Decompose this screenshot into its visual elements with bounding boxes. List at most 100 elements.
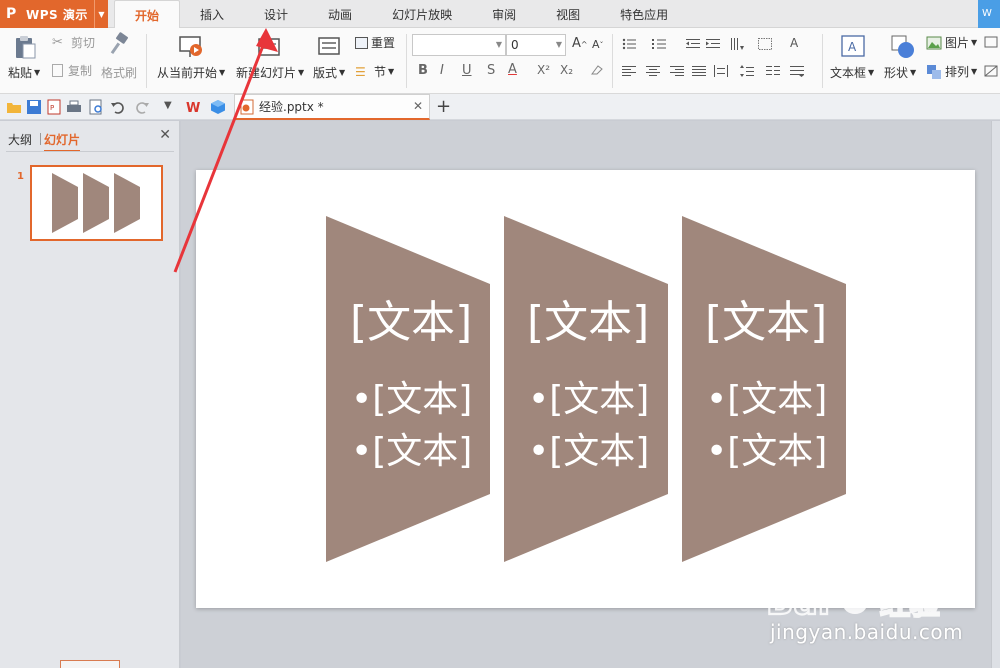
arrange-button[interactable]: 排列 ▼ xyxy=(926,63,977,80)
export-pdf-icon[interactable]: P xyxy=(46,99,62,115)
panel-bottom-tab[interactable] xyxy=(60,660,120,668)
italic-button[interactable]: I xyxy=(440,63,444,78)
new-slide-label: 新建幻灯片 xyxy=(236,66,297,80)
shape-3-bullet[interactable]: •[文本] xyxy=(706,370,827,422)
format-painter-button[interactable]: 格式刷 xyxy=(101,64,137,81)
redo-icon[interactable] xyxy=(134,99,150,115)
text-box-icon[interactable]: A xyxy=(840,34,866,60)
from-current-button[interactable]: 从当前开始 ▼ xyxy=(157,64,225,81)
corner-badge[interactable]: W xyxy=(978,0,1000,28)
tab-animation[interactable]: 动画 xyxy=(308,0,372,28)
tab-design[interactable]: 设计 xyxy=(244,0,308,28)
align-left-icon[interactable] xyxy=(622,65,636,77)
tab-outline[interactable]: 大纲 xyxy=(8,131,32,152)
font-color-button[interactable]: A xyxy=(508,62,517,77)
bold-button[interactable]: B xyxy=(418,63,428,78)
justify-icon[interactable] xyxy=(692,65,706,77)
print-icon[interactable] xyxy=(66,99,82,115)
format-painter-label: 格式刷 xyxy=(101,66,138,80)
document-tab[interactable]: 经验.pptx * ✕ xyxy=(234,94,430,120)
superscript-button[interactable]: X² xyxy=(537,63,550,77)
align-center-icon[interactable] xyxy=(646,65,660,77)
text-box-button[interactable]: 文本框 ▼ xyxy=(830,64,874,81)
character-spacing-button[interactable]: A xyxy=(790,36,798,50)
more-icon[interactable] xyxy=(984,36,998,48)
text-direction-icon[interactable] xyxy=(730,38,744,50)
cut-button[interactable]: ✂ 剪切 xyxy=(52,34,95,51)
format-painter-icon[interactable] xyxy=(108,32,130,56)
bullet-list-icon[interactable] xyxy=(622,38,636,50)
tab-insert[interactable]: 插入 xyxy=(180,0,244,28)
svg-text:A: A xyxy=(848,40,857,54)
shape-2-title[interactable]: [文本] xyxy=(527,286,649,350)
picture-button[interactable]: 图片 ▼ xyxy=(926,34,977,51)
vertical-scrollbar[interactable] xyxy=(991,121,1000,668)
shape-2-bullet[interactable]: •[文本] xyxy=(528,422,649,474)
tab-review[interactable]: 审阅 xyxy=(472,0,536,28)
tab-view[interactable]: 视图 xyxy=(536,0,600,28)
wps-home-icon[interactable]: W xyxy=(186,99,202,115)
clear-format-icon[interactable] xyxy=(590,64,604,76)
new-slide-icon[interactable] xyxy=(256,34,282,60)
tab-slideshow[interactable]: 幻灯片放映 xyxy=(372,0,472,28)
undo-icon[interactable] xyxy=(110,99,126,115)
align-right-icon[interactable] xyxy=(670,65,684,77)
ribbon-separator xyxy=(822,34,823,88)
paste-icon[interactable] xyxy=(12,34,38,60)
close-panel-icon[interactable]: ✕ xyxy=(159,127,171,143)
app-menu-button[interactable]: P WPS 演示 ▼ xyxy=(0,0,108,28)
increase-font-button[interactable]: A^ xyxy=(572,36,588,51)
more-icon[interactable] xyxy=(984,65,998,77)
distribute-icon[interactable] xyxy=(714,65,728,77)
numbered-list-icon[interactable] xyxy=(652,38,666,50)
cut-label: 剪切 xyxy=(71,36,96,50)
align-text-icon[interactable] xyxy=(758,38,772,50)
shape-1-title[interactable]: [文本] xyxy=(350,286,472,350)
ribbon-separator xyxy=(146,34,147,88)
svg-text:Bai: Bai xyxy=(766,582,830,623)
open-folder-icon[interactable] xyxy=(6,99,22,115)
font-name-combo[interactable]: ▼ xyxy=(412,34,506,56)
tab-slides[interactable]: 幻灯片 xyxy=(44,131,81,152)
tab-home[interactable]: 开始 xyxy=(114,0,181,29)
font-size-combo[interactable]: 0 ▼ xyxy=(506,34,566,56)
cloud-cube-icon[interactable] xyxy=(210,99,226,115)
reset-button[interactable]: 重置 xyxy=(355,34,395,51)
column-icon[interactable] xyxy=(766,65,780,77)
increase-indent-icon[interactable] xyxy=(706,38,720,50)
decrease-indent-icon[interactable] xyxy=(686,38,700,50)
paragraph-settings-icon[interactable] xyxy=(790,65,804,77)
new-slide-button[interactable]: 新建幻灯片 ▼ xyxy=(236,64,304,81)
copy-button[interactable]: 复制 xyxy=(52,62,92,79)
customize-dropdown-icon[interactable]: ▼ xyxy=(164,100,172,111)
layout-button[interactable]: 版式 ▼ xyxy=(313,64,345,81)
layout-icon[interactable] xyxy=(318,36,340,58)
save-icon[interactable] xyxy=(26,99,42,115)
play-from-current-icon[interactable] xyxy=(178,34,204,60)
shape-1-bullet[interactable]: •[文本] xyxy=(351,422,472,474)
new-tab-icon[interactable]: + xyxy=(436,96,451,117)
paste-button[interactable]: 粘贴 ▼ xyxy=(8,64,40,81)
slide-canvas[interactable]: [文本] •[文本] •[文本] [文本] •[文本] •[文本] [文本] •… xyxy=(196,170,975,608)
app-dropdown-icon[interactable]: ▼ xyxy=(94,0,108,28)
shape-3-bullet[interactable]: •[文本] xyxy=(706,422,827,474)
decrease-font-button[interactable]: Aˇ xyxy=(592,38,604,51)
line-spacing-icon[interactable] xyxy=(740,65,754,77)
shape-3-bullet-text: [文本] xyxy=(727,431,828,472)
shadow-button[interactable]: S xyxy=(487,63,495,78)
shape-2-bullet[interactable]: •[文本] xyxy=(528,370,649,422)
section-button[interactable]: ☰ 节 ▼ xyxy=(355,63,394,80)
subscript-button[interactable]: X₂ xyxy=(560,63,573,77)
close-tab-icon[interactable]: ✕ xyxy=(413,99,423,113)
slide-thumbnail[interactable] xyxy=(30,165,163,241)
ribbon-separator xyxy=(612,34,613,88)
svg-text:P: P xyxy=(50,104,54,112)
print-preview-icon[interactable] xyxy=(88,99,104,115)
shape-button[interactable]: 形状 ▼ xyxy=(884,64,916,81)
copy-icon xyxy=(52,64,63,77)
underline-button[interactable]: U xyxy=(462,63,472,78)
shape-icon[interactable] xyxy=(890,34,916,60)
tab-special-apps[interactable]: 特色应用 xyxy=(600,0,688,28)
shape-1-bullet[interactable]: •[文本] xyxy=(351,370,472,422)
shape-3-title[interactable]: [文本] xyxy=(705,286,827,350)
